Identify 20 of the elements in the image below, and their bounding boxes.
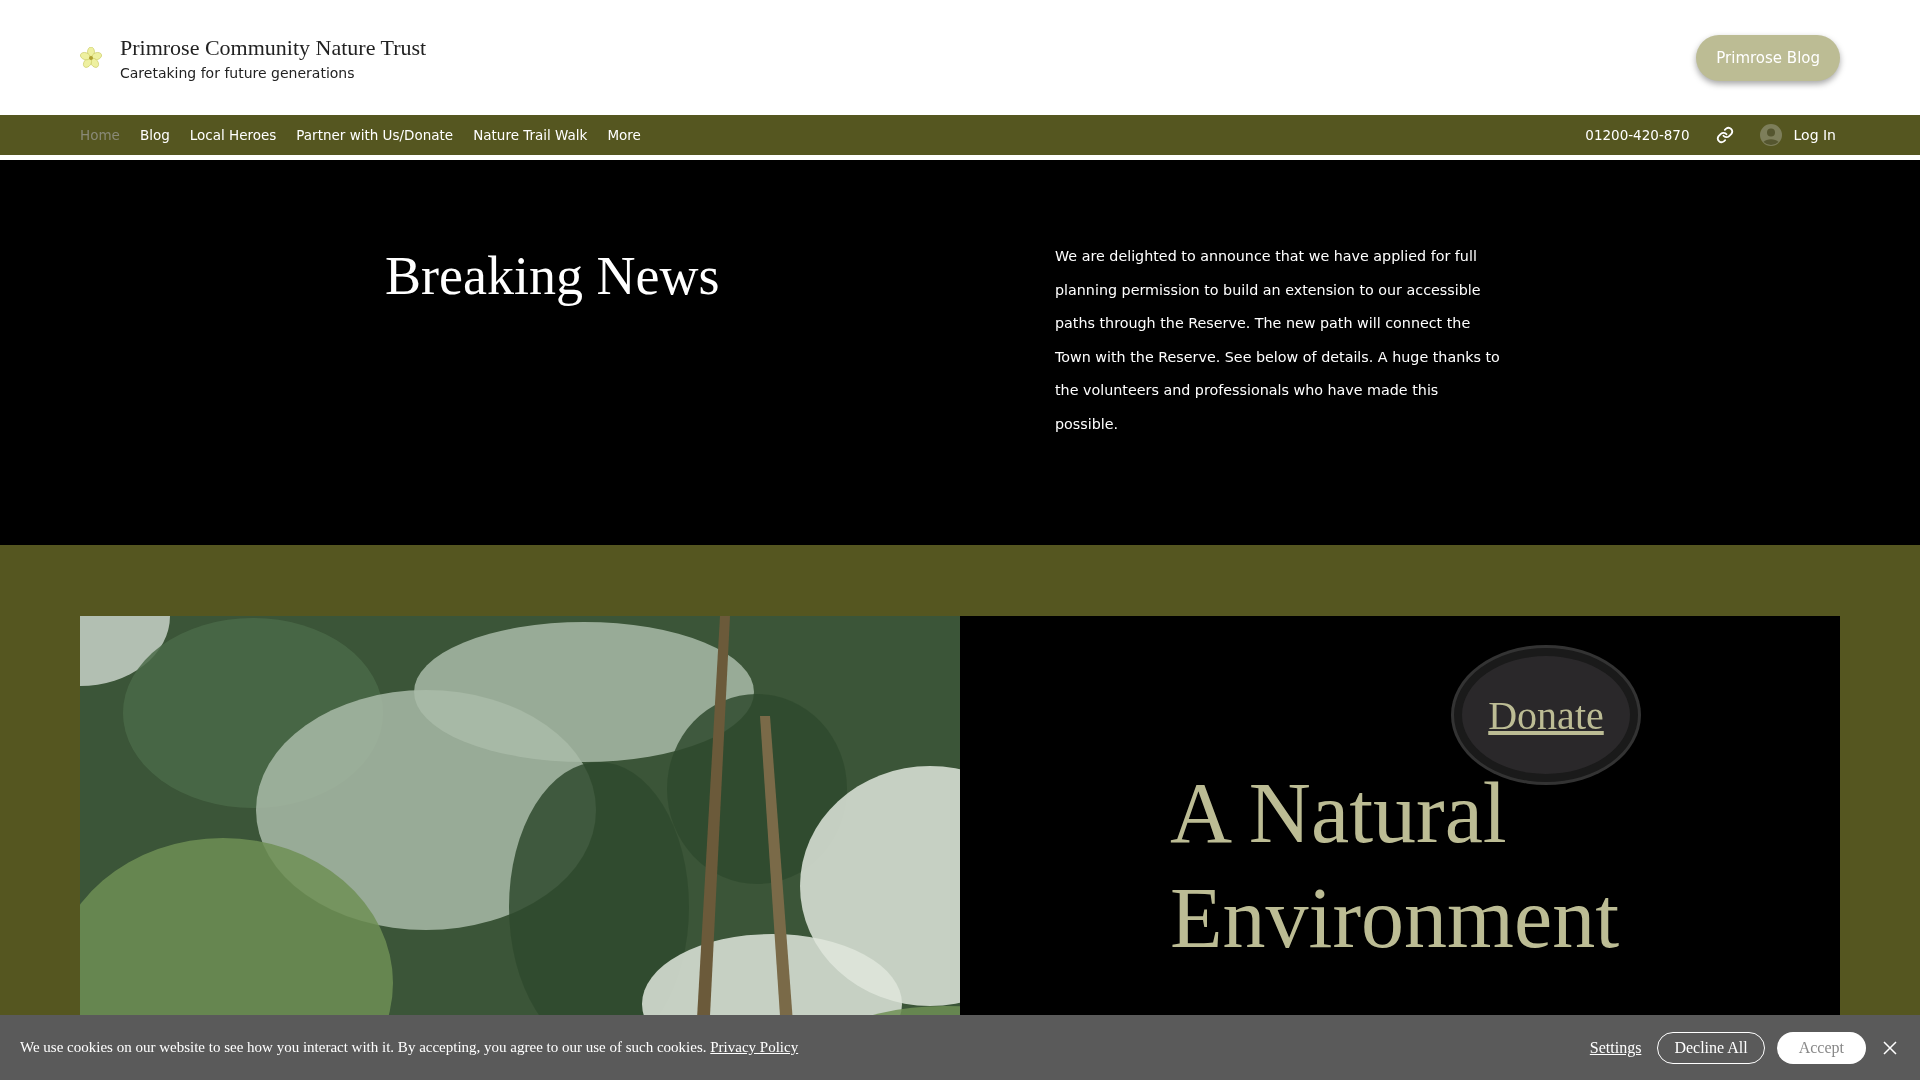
nav-link[interactable]: More: [597, 127, 651, 143]
site-tagline: Caretaking for future generations: [120, 64, 356, 81]
news-heading: Breaking News: [385, 245, 721, 308]
nav-link[interactable]: Local Heroes: [179, 127, 287, 143]
link-icon[interactable]: [1715, 126, 1734, 144]
nav-link[interactable]: Partner with Us/Donate: [286, 127, 464, 143]
close-icon: [1882, 1039, 1898, 1056]
news-paragraph: We are delighted to announce that we have applied for full planning permission to build an extension to our accessible paths through the Reserve. The new path will connect the Town with the Reserve. See below of details. A huge thanks to the volunteers and professionals who have made this possible.: [1055, 247, 1500, 434]
site-title: Primrose Community Nature Trust: [120, 34, 427, 61]
flower-icon: [80, 46, 102, 69]
privacy-policy-link[interactable]: Privacy Policy: [710, 1039, 799, 1055]
donate-button[interactable]: Donate: [1454, 648, 1638, 782]
avatar-icon: [1759, 124, 1782, 146]
settings-link[interactable]: Settings: [1589, 1038, 1642, 1057]
phone-number: 01200-420-870: [1585, 127, 1690, 143]
accept-button[interactable]: Accept: [1776, 1031, 1866, 1064]
login-link[interactable]: Log In: [1759, 124, 1836, 146]
nav-link[interactable]: Blog: [129, 127, 180, 143]
nav-link[interactable]: Nature Trail Walk: [463, 127, 598, 143]
cookie-notice: We use cookies on our website to see how you interact with it. By accepting, you agree to our use of such cookies. Privacy Policy: [20, 1039, 800, 1056]
